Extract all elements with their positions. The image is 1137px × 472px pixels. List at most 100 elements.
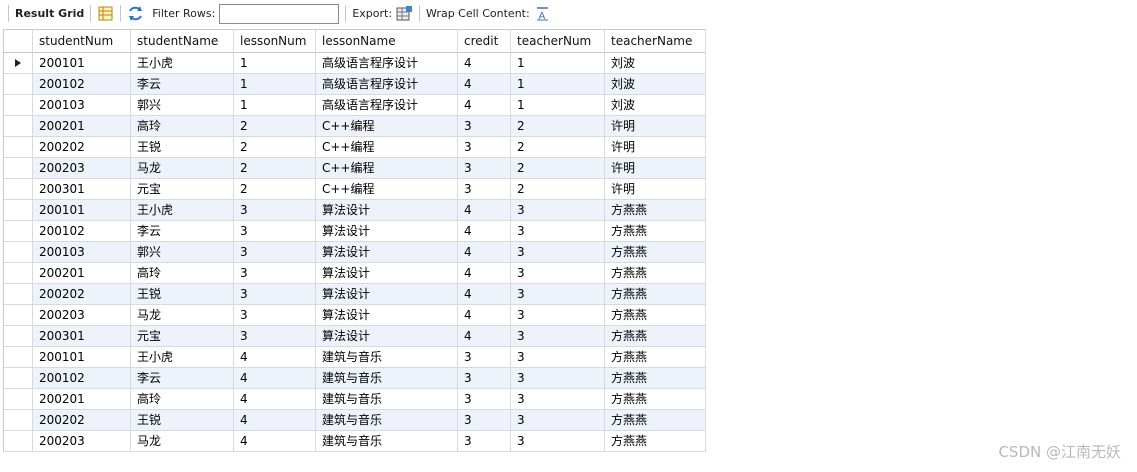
table-cell[interactable]: 2 xyxy=(511,116,605,137)
table-row[interactable]: 200201 高玲 4 建筑与音乐 3 3 方燕燕 xyxy=(4,389,706,410)
table-cell[interactable]: C++编程 xyxy=(316,116,458,137)
table-cell[interactable]: 方燕燕 xyxy=(605,200,706,221)
row-header[interactable] xyxy=(4,410,33,431)
row-header[interactable] xyxy=(4,242,33,263)
table-row[interactable]: 200101 王小虎 1 高级语言程序设计 4 1 刘波 xyxy=(4,53,706,74)
table-cell[interactable]: 马龙 xyxy=(131,158,234,179)
row-header[interactable] xyxy=(4,179,33,200)
table-cell[interactable]: 方燕燕 xyxy=(605,221,706,242)
table-cell[interactable]: 4 xyxy=(458,200,511,221)
table-cell[interactable]: 3 xyxy=(234,284,316,305)
table-cell[interactable]: 方燕燕 xyxy=(605,284,706,305)
table-cell[interactable]: 200201 xyxy=(33,389,131,410)
table-cell[interactable]: 王锐 xyxy=(131,137,234,158)
table-cell[interactable]: 2 xyxy=(511,137,605,158)
table-cell[interactable]: 200102 xyxy=(33,221,131,242)
table-cell[interactable]: 3 xyxy=(234,200,316,221)
table-cell[interactable]: 200203 xyxy=(33,158,131,179)
table-cell[interactable]: 200103 xyxy=(33,242,131,263)
row-header[interactable] xyxy=(4,431,33,452)
table-cell[interactable]: 算法设计 xyxy=(316,326,458,347)
table-cell[interactable]: 4 xyxy=(458,263,511,284)
table-cell[interactable]: 200201 xyxy=(33,116,131,137)
table-cell[interactable]: 2 xyxy=(511,158,605,179)
table-cell[interactable]: 马龙 xyxy=(131,305,234,326)
table-cell[interactable]: 王小虎 xyxy=(131,200,234,221)
table-cell[interactable]: 1 xyxy=(511,74,605,95)
table-cell[interactable]: 方燕燕 xyxy=(605,326,706,347)
table-cell[interactable]: 许明 xyxy=(605,116,706,137)
table-cell[interactable]: 3 xyxy=(511,242,605,263)
table-cell[interactable]: 3 xyxy=(234,263,316,284)
table-cell[interactable]: 王小虎 xyxy=(131,53,234,74)
table-row[interactable]: 200102 李云 4 建筑与音乐 3 3 方燕燕 xyxy=(4,368,706,389)
table-cell[interactable]: 建筑与音乐 xyxy=(316,431,458,452)
table-row[interactable]: 200202 王锐 2 C++编程 3 2 许明 xyxy=(4,137,706,158)
table-cell[interactable]: 方燕燕 xyxy=(605,389,706,410)
table-row[interactable]: 200201 高玲 2 C++编程 3 2 许明 xyxy=(4,116,706,137)
table-cell[interactable]: 3 xyxy=(458,368,511,389)
table-cell[interactable]: 4 xyxy=(458,242,511,263)
table-cell[interactable]: 4 xyxy=(458,221,511,242)
table-cell[interactable]: 2 xyxy=(234,158,316,179)
table-row[interactable]: 200103 郭兴 3 算法设计 4 3 方燕燕 xyxy=(4,242,706,263)
table-cell[interactable]: 3 xyxy=(511,200,605,221)
table-cell[interactable]: 200102 xyxy=(33,74,131,95)
table-cell[interactable]: 3 xyxy=(458,389,511,410)
table-cell[interactable]: 3 xyxy=(511,410,605,431)
row-header[interactable] xyxy=(4,137,33,158)
table-cell[interactable]: 3 xyxy=(458,431,511,452)
table-cell[interactable]: 3 xyxy=(458,158,511,179)
table-row[interactable]: 200203 马龙 2 C++编程 3 2 许明 xyxy=(4,158,706,179)
table-row[interactable]: 200101 王小虎 3 算法设计 4 3 方燕燕 xyxy=(4,200,706,221)
row-header[interactable] xyxy=(4,284,33,305)
table-cell[interactable]: 4 xyxy=(458,284,511,305)
filter-rows-input[interactable] xyxy=(219,3,340,24)
refresh-icon[interactable] xyxy=(127,5,144,22)
table-cell[interactable]: 高级语言程序设计 xyxy=(316,74,458,95)
table-cell[interactable]: C++编程 xyxy=(316,179,458,200)
table-row[interactable]: 200202 王锐 3 算法设计 4 3 方燕燕 xyxy=(4,284,706,305)
row-header[interactable] xyxy=(4,368,33,389)
column-header[interactable]: studentNum xyxy=(33,30,131,53)
row-header[interactable] xyxy=(4,221,33,242)
table-cell[interactable]: 建筑与音乐 xyxy=(316,410,458,431)
table-cell[interactable]: 4 xyxy=(234,368,316,389)
table-cell[interactable]: 4 xyxy=(234,347,316,368)
table-cell[interactable]: 200202 xyxy=(33,137,131,158)
table-cell[interactable]: 4 xyxy=(458,53,511,74)
current-row-marker[interactable] xyxy=(4,53,33,74)
table-cell[interactable]: 3 xyxy=(511,305,605,326)
table-cell[interactable]: 200202 xyxy=(33,284,131,305)
table-cell[interactable]: 200203 xyxy=(33,305,131,326)
table-cell[interactable]: 算法设计 xyxy=(316,200,458,221)
table-cell[interactable]: 200301 xyxy=(33,179,131,200)
table-cell[interactable]: 4 xyxy=(458,74,511,95)
table-cell[interactable]: 1 xyxy=(234,74,316,95)
column-header[interactable]: lessonName xyxy=(316,30,458,53)
table-cell[interactable]: 高玲 xyxy=(131,116,234,137)
column-header[interactable]: teacherNum xyxy=(511,30,605,53)
table-cell[interactable]: 刘波 xyxy=(605,53,706,74)
table-cell[interactable]: 3 xyxy=(511,347,605,368)
table-row[interactable]: 200301 元宝 3 算法设计 4 3 方燕燕 xyxy=(4,326,706,347)
export-icon[interactable] xyxy=(396,5,413,22)
row-header[interactable] xyxy=(4,263,33,284)
form-view-icon[interactable] xyxy=(97,5,114,22)
table-cell[interactable]: 2 xyxy=(234,137,316,158)
table-cell[interactable]: 200203 xyxy=(33,431,131,452)
table-cell[interactable]: 方燕燕 xyxy=(605,263,706,284)
table-cell[interactable]: 1 xyxy=(511,53,605,74)
table-row[interactable]: 200101 王小虎 4 建筑与音乐 3 3 方燕燕 xyxy=(4,347,706,368)
table-cell[interactable]: 算法设计 xyxy=(316,305,458,326)
table-cell[interactable]: 3 xyxy=(511,263,605,284)
table-cell[interactable]: 算法设计 xyxy=(316,242,458,263)
table-cell[interactable]: 3 xyxy=(234,326,316,347)
table-cell[interactable]: 王锐 xyxy=(131,284,234,305)
table-cell[interactable]: 建筑与音乐 xyxy=(316,389,458,410)
table-cell[interactable]: 王小虎 xyxy=(131,347,234,368)
table-cell[interactable]: 4 xyxy=(234,431,316,452)
row-header[interactable] xyxy=(4,158,33,179)
table-cell[interactable]: 200101 xyxy=(33,200,131,221)
table-cell[interactable]: 3 xyxy=(458,179,511,200)
